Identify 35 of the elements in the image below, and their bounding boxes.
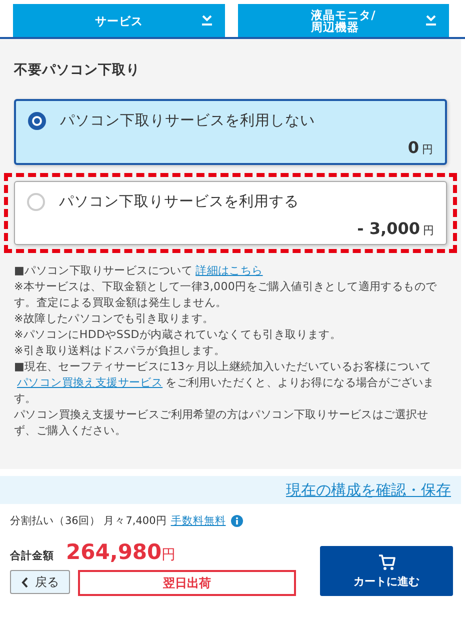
info-icon[interactable] bbox=[230, 515, 243, 527]
shipping-badge: 翌日出荷 bbox=[78, 570, 296, 596]
chevron-left-icon bbox=[21, 576, 29, 588]
category-tab[interactable]: サービス bbox=[13, 4, 224, 37]
section-title: 不要パソコン下取り bbox=[12, 61, 141, 79]
link[interactable]: パソコン買換え支援サービス bbox=[17, 376, 163, 389]
note-text: ※本サービスは、下取金額として一律3,000円をご購入値引きとして適用するものです。査定による買取金額は発生しません。 bbox=[14, 279, 438, 311]
option-price: - 3,000 bbox=[357, 219, 420, 238]
note-text: パソコン買換え支援サービス をご利用いただくと、よりお得になる場合がございます。 bbox=[14, 375, 436, 407]
note-text: パソコン買換え支援サービスご利用希望の方はパソコン下取りサービスはご選択せず、ご購入ください。 bbox=[14, 407, 430, 439]
option-label: パソコン下取りサービスを利用する bbox=[59, 193, 299, 211]
note-text: ※パソコンにHDDやSSDが内蔵されていなくても引き取ります。 bbox=[14, 327, 342, 343]
currency-unit: 円 bbox=[422, 143, 433, 156]
cart-icon bbox=[378, 554, 396, 570]
back-button[interactable]: 戻る bbox=[10, 570, 70, 594]
option-card[interactable]: パソコン下取りサービスを利用する - 3,000 円 bbox=[14, 181, 447, 245]
note-text: ※故障したパソコンでも引き取ります。 bbox=[14, 311, 215, 327]
cart-button[interactable]: カートに進む bbox=[320, 546, 453, 596]
link[interactable]: 手数料無料 bbox=[170, 514, 243, 528]
note-text: ■現在、セーフティサービスに13ヶ月以上継続加入いただいているお客様について bbox=[14, 359, 432, 375]
chevron-down-icon bbox=[200, 15, 212, 26]
link[interactable]: 詳細はこちら bbox=[196, 264, 263, 277]
total-label: 合計金額 bbox=[10, 549, 54, 563]
currency-unit: 円 bbox=[162, 546, 176, 564]
option-card[interactable]: パソコン下取りサービスを利用しない 0 円 bbox=[14, 99, 447, 165]
installment-text: 分割払い（36回） 月々7,400円 bbox=[10, 514, 167, 528]
chevron-down-icon bbox=[425, 15, 437, 26]
radio-button[interactable] bbox=[28, 112, 46, 130]
note-text: ※引き取り送料はドスパラが負担します。 bbox=[14, 343, 226, 359]
currency-unit: 円 bbox=[423, 224, 434, 237]
option-label: パソコン下取りサービスを利用しない bbox=[60, 112, 315, 130]
category-tab[interactable]: 液晶モニタ/ 周辺機器 bbox=[238, 4, 449, 37]
option-price: 0 bbox=[408, 138, 419, 157]
total-price: 264,980 bbox=[66, 540, 162, 564]
note-text: ■パソコン下取りサービスについて 詳細はこちら bbox=[14, 263, 264, 279]
